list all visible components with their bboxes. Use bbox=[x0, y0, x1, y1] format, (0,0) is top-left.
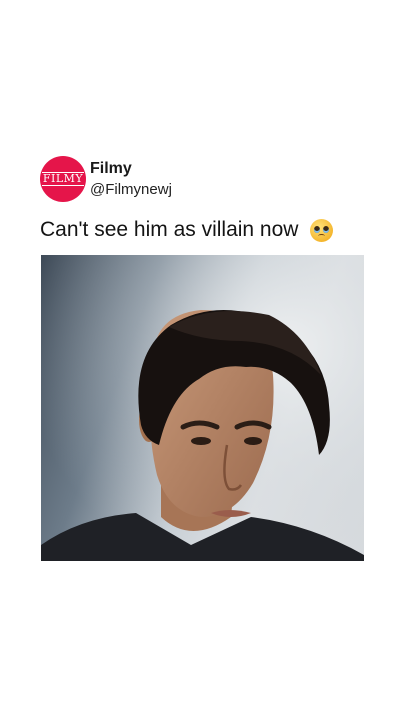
portrait-illustration bbox=[41, 255, 364, 561]
account-handle[interactable]: @Filmynewj bbox=[90, 180, 172, 200]
post-caption: Can't see him as villain now bbox=[40, 216, 370, 244]
post-photo[interactable] bbox=[41, 255, 364, 561]
pleading-face-icon bbox=[310, 218, 334, 242]
avatar-logo-text: FILMY bbox=[41, 172, 85, 186]
account-names: Filmy @Filmynewj bbox=[90, 159, 172, 200]
display-name[interactable]: Filmy bbox=[90, 159, 172, 178]
social-post: FILMY Filmy @Filmynewj Can't see him as … bbox=[0, 0, 405, 720]
avatar[interactable]: FILMY bbox=[40, 156, 86, 202]
caption-text: Can't see him as villain now bbox=[40, 218, 299, 241]
post-header: FILMY Filmy @Filmynewj bbox=[40, 156, 172, 202]
